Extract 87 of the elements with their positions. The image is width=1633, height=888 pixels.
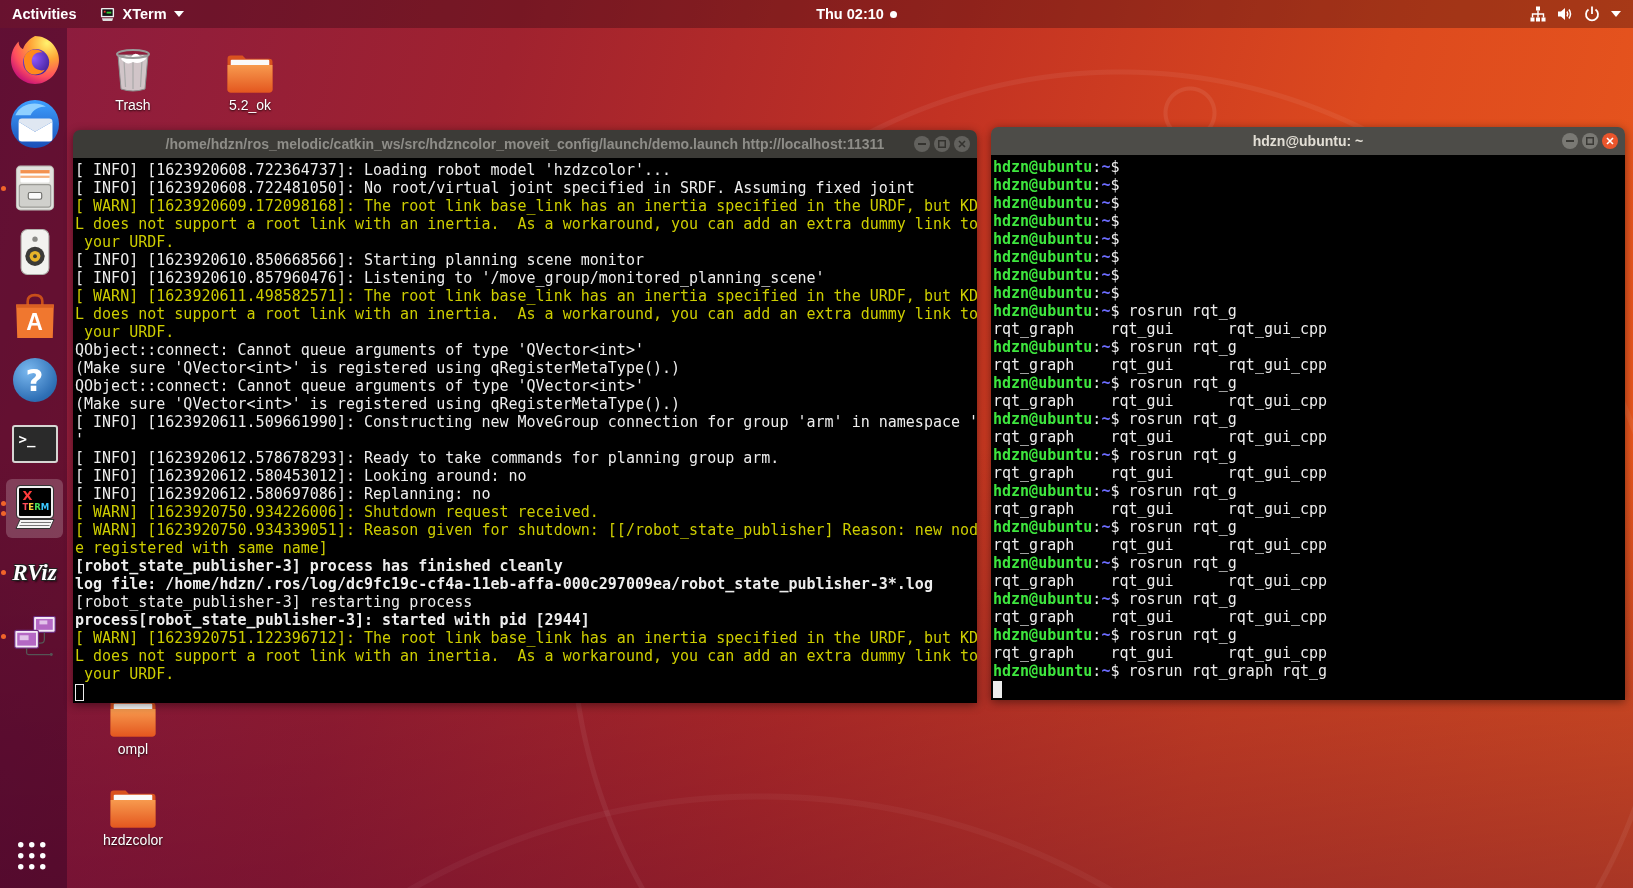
- trash-can-icon: [115, 47, 151, 93]
- output-line: rqt_graph rqt_gui rqt_gui_cpp: [993, 536, 1328, 554]
- prompt-line: hdzn@ubuntu:~$ rosrun rqt_g: [993, 518, 1237, 536]
- desktop-shortcut[interactable]: hzdzcolor: [85, 782, 181, 849]
- window-title: hdzn@ubuntu: ~: [1252, 133, 1364, 149]
- speaker-icon: [19, 229, 50, 275]
- prompt-line: hdzn@ubuntu:~$: [993, 230, 1120, 248]
- log-line: [ INFO] [1623920608.722481050]: No root/virtual joint specified in SRDF. Assuming fixed joint: [75, 179, 915, 197]
- maximize-icon: [1586, 137, 1594, 145]
- file-cabinet-icon: [14, 165, 55, 211]
- clock-button[interactable]: Thu 02:10: [804, 0, 909, 28]
- desktop-shortcut[interactable]: Trash: [85, 47, 181, 114]
- log-line: QObject::connect: Cannot queue arguments of type 'QVector<int>': [75, 377, 644, 395]
- log-line: [robot_state_publisher-3] process has finished cleanly: [75, 557, 563, 575]
- launcher-button[interactable]: RViz: [6, 542, 63, 602]
- caret-icon: [173, 11, 184, 17]
- app-menu-button[interactable]: XTerm: [88, 0, 196, 28]
- output-line: rqt_graph rqt_gui rqt_gui_cpp: [993, 428, 1328, 446]
- envelope-icon: [10, 100, 59, 148]
- output-line: rqt_graph rqt_gui rqt_gui_cpp: [993, 500, 1328, 518]
- prompt-line: hdzn@ubuntu:~$ rosrun rqt_g: [993, 302, 1237, 320]
- minimize-button[interactable]: [1562, 133, 1578, 149]
- output-line: rqt_graph rqt_gui rqt_gui_cpp: [993, 356, 1328, 374]
- prompt-line: hdzn@ubuntu:~$ rosrun rqt_g: [993, 410, 1237, 428]
- log-line: process[robot_state_publisher-3]: started with pid [2944]: [75, 611, 590, 629]
- terminal-icon: >_: [11, 425, 58, 463]
- log-line: [ INFO] [1623920612.580697086]: Replanning: no: [75, 485, 491, 503]
- linked-monitors-icon: [13, 616, 56, 656]
- log-line: [ INFO] [1623920612.578678293]: Ready to take commands for planning group arm.: [75, 449, 780, 467]
- window-title: /home/hdzn/ros_melodic/catkin_ws/src/hdzncolor_moveit_config/launch/demo.launch http://localhost:11311: [165, 136, 885, 152]
- log-line: [ WARN] [1623920751.122396712]: The root link base_link has an inertia specified in the URDF, but KDL does not support a root link with an inertia. As a workaround, you can add an extra dummy link to your URDF.: [75, 629, 977, 683]
- log-line: [ WARN] [1623920609.172098168]: The root link base_link has an inertia specified in the URDF, but KDL does not support a root link with an inertia. As a workaround, you can add an extra dummy link to your URDF.: [75, 197, 977, 251]
- caret-icon: [1611, 11, 1621, 17]
- log-line: log file: /home/hdzn/.ros/log/dc9fc19c-cf4a-11eb-affa-000c297009ea/robot_state_publisher-3*.log: [75, 575, 933, 593]
- log-line: [ WARN] [1623920611.498582571]: The root link base_link has an inertia specified in the URDF, but KDL does not support a root link with an inertia. As a workaround, you can add an extra dummy link to your URDF.: [75, 287, 977, 341]
- prompt-line: hdzn@ubuntu:~$ rosrun rqt_g: [993, 338, 1237, 356]
- output-line: rqt_graph rqt_gui rqt_gui_cpp: [993, 392, 1328, 410]
- minimize-icon: [1566, 140, 1574, 142]
- prompt-line: hdzn@ubuntu:~$ rosrun rqt_g: [993, 482, 1237, 500]
- prompt-line: hdzn@ubuntu:~$ rosrun rqt_g: [993, 446, 1237, 464]
- log-line: [ INFO] [1623920612.580453012]: Looking around: no: [75, 467, 527, 485]
- folder-icon: [110, 790, 156, 828]
- help-icon: ?: [12, 358, 57, 402]
- log-line: [ WARN] [1623920750.934339051]: Reason given for shutdown: [[/robot_state_publisher] Reason: new node registered with same name]: [75, 521, 977, 557]
- log-line: QObject::connect: Cannot queue arguments of type 'QVector<int>': [75, 341, 644, 359]
- activities-button[interactable]: Activities: [0, 0, 89, 28]
- network-icon: [1530, 6, 1546, 22]
- output-line: rqt_graph rqt_gui rqt_gui_cpp: [993, 608, 1328, 626]
- log-line: [ INFO] [1623920610.850668566]: Starting planning scene monitor: [75, 251, 644, 269]
- log-line: [ INFO] [1623920610.857960476]: Listening to '/move_group/monitored_planning_scene': [75, 269, 825, 287]
- log-line: (Make sure 'QVector<int>' is registered using qRegisterMetaType().): [75, 395, 681, 413]
- launcher-button[interactable]: >_: [6, 414, 63, 474]
- prompt-line: hdzn@ubuntu:~$: [993, 248, 1120, 266]
- prompt-line: hdzn@ubuntu:~$ rosrun rqt_g: [993, 554, 1237, 572]
- prompt-line: hdzn@ubuntu:~$: [993, 158, 1120, 176]
- prompt-line: hdzn@ubuntu:~$: [993, 284, 1120, 302]
- prompt-line: hdzn@ubuntu:~$ rosrun rqt_graph rqt_g: [993, 662, 1328, 680]
- output-line: rqt_graph rqt_gui rqt_gui_cpp: [993, 464, 1328, 482]
- output-line: rqt_graph rqt_gui rqt_gui_cpp: [993, 644, 1328, 662]
- folder-icon: [110, 703, 156, 737]
- power-icon: [1584, 6, 1600, 22]
- prompt-line: hdzn@ubuntu:~$: [993, 194, 1120, 212]
- output-line: rqt_graph rqt_gui rqt_gui_cpp: [993, 572, 1328, 590]
- close-icon: [958, 140, 966, 148]
- flame-globe-icon: [10, 36, 59, 84]
- prompt-line: hdzn@ubuntu:~$: [993, 266, 1120, 284]
- minimize-icon: [918, 143, 926, 145]
- log-line: [ WARN] [1623920750.934226006]: Shutdown request received.: [75, 503, 599, 521]
- prompt-line: hdzn@ubuntu:~$ rosrun rqt_g: [993, 374, 1237, 392]
- folder-icon: [227, 55, 273, 93]
- volume-icon: [1557, 6, 1573, 22]
- log-line: [ INFO] [1623920611.509661990]: Constructing new MoveGroup connection for group 'arm' in namespace '': [75, 413, 977, 449]
- monitor-icon: [100, 6, 116, 22]
- log-line: (Make sure 'QVector<int>' is registered using qRegisterMetaType().): [75, 359, 681, 377]
- close-button[interactable]: [1602, 133, 1618, 149]
- log-line: [ INFO] [1623920608.722364737]: Loading robot model 'hzdzcolor'...: [75, 161, 672, 179]
- prompt-line: hdzn@ubuntu:~$: [993, 176, 1120, 194]
- close-icon: [1606, 137, 1614, 145]
- maximize-icon: [938, 140, 946, 148]
- app-grid-icon: [18, 842, 46, 870]
- desktop-shortcut[interactable]: 5.2_ok: [202, 47, 298, 114]
- prompt-line: hdzn@ubuntu:~$ rosrun rqt_g: [993, 626, 1237, 644]
- prompt-line: hdzn@ubuntu:~$: [993, 212, 1120, 230]
- prompt-line: hdzn@ubuntu:~$ rosrun rqt_g: [993, 590, 1237, 608]
- log-line: [robot_state_publisher-3] restarting process: [75, 593, 473, 611]
- output-line: rqt_graph rqt_gui rqt_gui_cpp: [993, 320, 1328, 338]
- launcher-button[interactable]: X TERM: [6, 478, 63, 538]
